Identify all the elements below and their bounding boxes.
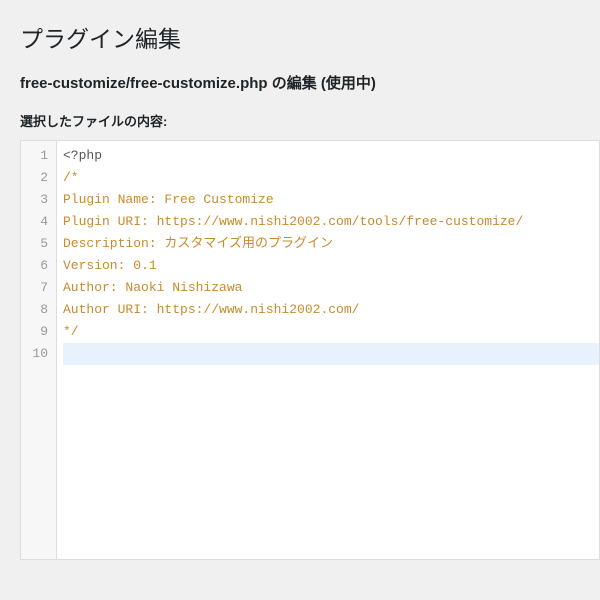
line-number: 10 [25, 343, 48, 365]
code-editor[interactable]: 12345678910 <?php/*Plugin Name: Free Cus… [20, 140, 600, 560]
page-title: プラグイン編集 [20, 20, 600, 54]
line-number: 6 [25, 255, 48, 277]
code-line[interactable]: Author URI: https://www.nishi2002.com/ [63, 299, 599, 321]
code-line[interactable] [63, 343, 599, 365]
line-number: 8 [25, 299, 48, 321]
line-number: 4 [25, 211, 48, 233]
line-number: 3 [25, 189, 48, 211]
line-number: 9 [25, 321, 48, 343]
line-number: 7 [25, 277, 48, 299]
code-line[interactable]: /* [63, 167, 599, 189]
code-line[interactable]: Version: 0.1 [63, 255, 599, 277]
code-line[interactable]: Plugin URI: https://www.nishi2002.com/to… [63, 211, 599, 233]
content-label: 選択したファイルの内容: [20, 111, 600, 130]
file-heading: free-customize/free-customize.php の編集 (使… [20, 72, 600, 93]
line-number: 5 [25, 233, 48, 255]
code-line[interactable]: Author: Naoki Nishizawa [63, 277, 599, 299]
line-number: 2 [25, 167, 48, 189]
code-line[interactable]: Description: カスタマイズ用のプラグイン [63, 233, 599, 255]
line-number-gutter: 12345678910 [21, 141, 57, 559]
code-line[interactable]: <?php [63, 145, 599, 167]
code-line[interactable]: */ [63, 321, 599, 343]
code-area[interactable]: <?php/*Plugin Name: Free CustomizePlugin… [57, 141, 599, 559]
code-line[interactable]: Plugin Name: Free Customize [63, 189, 599, 211]
line-number: 1 [25, 145, 48, 167]
